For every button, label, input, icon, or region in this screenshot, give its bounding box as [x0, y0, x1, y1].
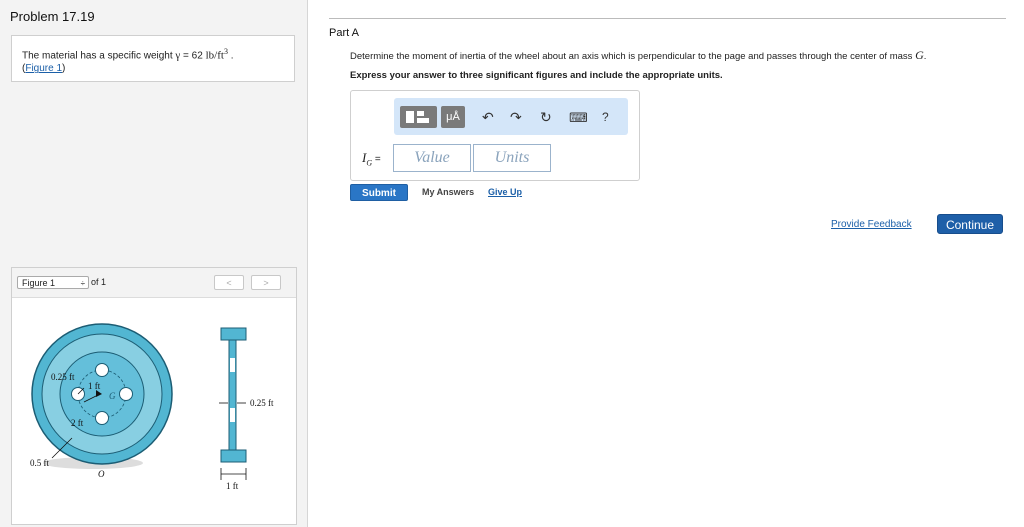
label-r2: 2 ft [71, 418, 84, 428]
section-bottom-rim [220, 449, 247, 463]
header-divider [329, 18, 1006, 19]
paren-close: ) [62, 63, 66, 75]
math-toolbar: μÅ ↶ ↷ ↻ ⌨ ? [394, 98, 628, 135]
submit-button[interactable]: Submit [350, 184, 408, 201]
left-panel: Problem 17.19 The material has a specifi… [0, 0, 308, 527]
section-hole-bottom [230, 408, 235, 422]
template-block-icon [406, 111, 414, 123]
figure-panel: Figure 1 ÷ of 1 < > 0.25 ft 1 ft G 2 ft [11, 267, 297, 525]
template-sup-icon [417, 111, 424, 116]
label-o: O [98, 469, 105, 479]
figure-nav-bar: Figure 1 ÷ of 1 < > [12, 268, 296, 298]
next-figure-button[interactable]: > [251, 275, 281, 290]
help-icon[interactable]: ? [602, 110, 609, 124]
problem-statement: The material has a specific weight γ = 6… [11, 35, 295, 82]
figure-select[interactable]: Figure 1 ÷ [17, 276, 89, 289]
instruction-text: Express your answer to three significant… [350, 70, 723, 81]
hole-top [95, 363, 109, 377]
provide-feedback-link[interactable]: Provide Feedback [831, 219, 912, 230]
keyboard-icon[interactable]: ⌨ [569, 110, 588, 126]
my-answers-label: My Answers [422, 187, 475, 197]
var-equals: = [372, 154, 381, 165]
label-g: G [109, 391, 116, 401]
templates-button[interactable] [400, 106, 437, 128]
section-web [228, 339, 237, 451]
answer-box: μÅ ↶ ↷ ↻ ⌨ ? IG = Value Units [350, 90, 640, 181]
problem-eq: = 62 [180, 50, 206, 62]
label-r1: 1 ft [88, 381, 101, 391]
problem-text: The material has a specific weight [22, 50, 176, 62]
section-top-rim [220, 327, 247, 341]
wheel-figure: 0.25 ft 1 ft G 2 ft 0.5 ft O 0.25 ft 1 f… [30, 323, 274, 491]
problem-period: . [227, 50, 234, 62]
hole-right [119, 387, 133, 401]
answer-variable-label: IG = [362, 150, 381, 168]
units-symbol-button[interactable]: μÅ [441, 106, 465, 128]
label-r025: 0.25 ft [51, 372, 75, 382]
give-up-link[interactable]: Give Up [488, 187, 522, 197]
part-title: Part A [329, 27, 359, 39]
figure-select-value: Figure 1 [22, 278, 56, 288]
weight-units: lb/ft [205, 49, 224, 62]
hole-bottom [95, 411, 109, 425]
figure-link[interactable]: Figure 1 [25, 63, 62, 74]
label-r05: 0.5 ft [30, 458, 49, 468]
question-body: Determine the moment of inertia of the w… [350, 51, 916, 62]
label-width: 1 ft [226, 481, 239, 491]
undo-icon[interactable]: ↶ [482, 109, 494, 126]
section-hole-top [230, 358, 235, 372]
reset-icon[interactable]: ↻ [540, 109, 552, 126]
label-thickness: 0.25 ft [250, 398, 274, 408]
question-text: Determine the moment of inertia of the w… [350, 48, 926, 63]
prev-figure-button[interactable]: < [214, 275, 244, 290]
figure-count: of 1 [91, 277, 107, 287]
continue-button[interactable]: Continue [937, 214, 1003, 234]
question-period: . [923, 51, 927, 62]
redo-icon[interactable]: ↷ [510, 109, 522, 126]
main-panel: Part A Determine the moment of inertia o… [308, 0, 1024, 527]
problem-title: Problem 17.19 [10, 9, 95, 24]
units-input[interactable]: Units [473, 144, 551, 172]
select-arrows-icon: ÷ [80, 279, 85, 288]
value-input[interactable]: Value [393, 144, 471, 172]
question-var: G [915, 48, 924, 62]
template-frac-icon [417, 118, 429, 123]
